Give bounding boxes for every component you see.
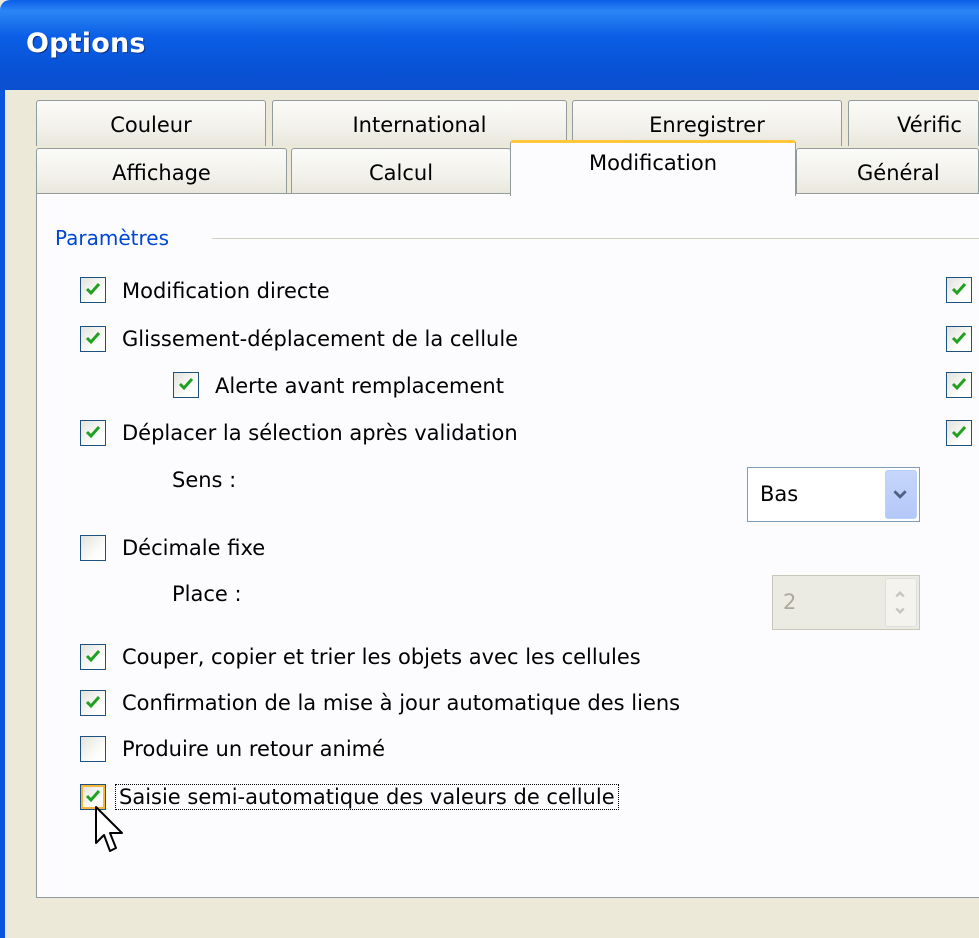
couper-copier-checkbox[interactable] xyxy=(80,644,106,670)
right-checkbox-2[interactable] xyxy=(946,326,972,352)
check-icon xyxy=(85,790,101,803)
check-icon xyxy=(951,426,967,439)
check-icon xyxy=(951,283,967,296)
decimale-fixe-label[interactable]: Décimale fixe xyxy=(122,536,265,560)
saisie-semi-automatique-label[interactable]: Saisie semi-automatique des valeurs de c… xyxy=(115,784,619,810)
alerte-remplacement-label[interactable]: Alerte avant remplacement xyxy=(215,374,504,398)
chevron-down-icon xyxy=(893,490,907,499)
tab-label: Modification xyxy=(589,151,717,175)
check-icon xyxy=(85,426,101,439)
tab-modification[interactable]: Modification xyxy=(510,140,796,196)
mouse-cursor-icon xyxy=(95,806,123,852)
tab-general[interactable]: Général xyxy=(796,148,979,194)
sens-label: Sens : xyxy=(172,468,237,492)
tab-verification[interactable]: Vérific xyxy=(848,100,979,146)
place-label: Place : xyxy=(172,582,242,606)
check-icon xyxy=(951,332,967,345)
deplacer-selection-checkbox[interactable] xyxy=(80,420,106,446)
right-checkbox-4[interactable] xyxy=(946,420,972,446)
check-icon xyxy=(85,696,101,709)
right-checkbox-3[interactable] xyxy=(946,372,972,398)
modification-directe-checkbox[interactable] xyxy=(80,277,106,303)
couper-copier-label[interactable]: Couper, copier et trier les objets avec … xyxy=(122,645,641,669)
glissement-deplacement-checkbox[interactable] xyxy=(80,326,106,352)
retour-anime-checkbox[interactable] xyxy=(80,736,106,762)
right-checkbox-1[interactable] xyxy=(946,277,972,303)
place-spinner[interactable]: 2 xyxy=(772,575,920,630)
tab-calcul[interactable]: Calcul xyxy=(291,148,511,194)
check-icon xyxy=(951,378,967,391)
check-icon xyxy=(178,378,194,391)
tab-label: Calcul xyxy=(368,161,434,185)
sens-dropdown[interactable]: Bas xyxy=(747,467,920,522)
tab-couleur[interactable]: Couleur xyxy=(36,100,266,146)
tab-label: International xyxy=(352,113,487,137)
title-bar[interactable]: Options xyxy=(0,0,979,90)
tab-label: Affichage xyxy=(112,161,211,185)
decimale-fixe-checkbox[interactable] xyxy=(80,535,106,561)
check-icon xyxy=(85,650,101,663)
tab-label: Vérific xyxy=(897,113,962,137)
dropdown-button[interactable] xyxy=(885,470,917,519)
confirmation-liens-checkbox[interactable] xyxy=(80,690,106,716)
tab-label: Général xyxy=(857,161,940,185)
check-icon xyxy=(85,332,101,345)
retour-anime-label[interactable]: Produire un retour animé xyxy=(122,737,385,761)
spinner-buttons[interactable] xyxy=(885,578,917,627)
tab-label: Couleur xyxy=(110,113,192,137)
confirmation-liens-label[interactable]: Confirmation de la mise à jour automatiq… xyxy=(122,691,680,715)
alerte-remplacement-checkbox[interactable] xyxy=(173,372,199,398)
spinner-arrows-icon xyxy=(895,590,905,615)
sens-value: Bas xyxy=(760,482,799,506)
group-divider xyxy=(212,238,979,239)
check-icon xyxy=(85,283,101,296)
modification-directe-label[interactable]: Modification directe xyxy=(122,279,330,303)
window-title: Options xyxy=(26,28,146,59)
tab-label: Enregistrer xyxy=(649,113,765,137)
glissement-deplacement-label[interactable]: Glissement-déplacement de la cellule xyxy=(122,327,518,351)
tab-affichage[interactable]: Affichage xyxy=(36,148,287,194)
group-title: Paramètres xyxy=(55,226,170,250)
place-value: 2 xyxy=(783,590,797,614)
deplacer-selection-label[interactable]: Déplacer la sélection après validation xyxy=(122,421,518,445)
window-frame xyxy=(0,90,5,938)
